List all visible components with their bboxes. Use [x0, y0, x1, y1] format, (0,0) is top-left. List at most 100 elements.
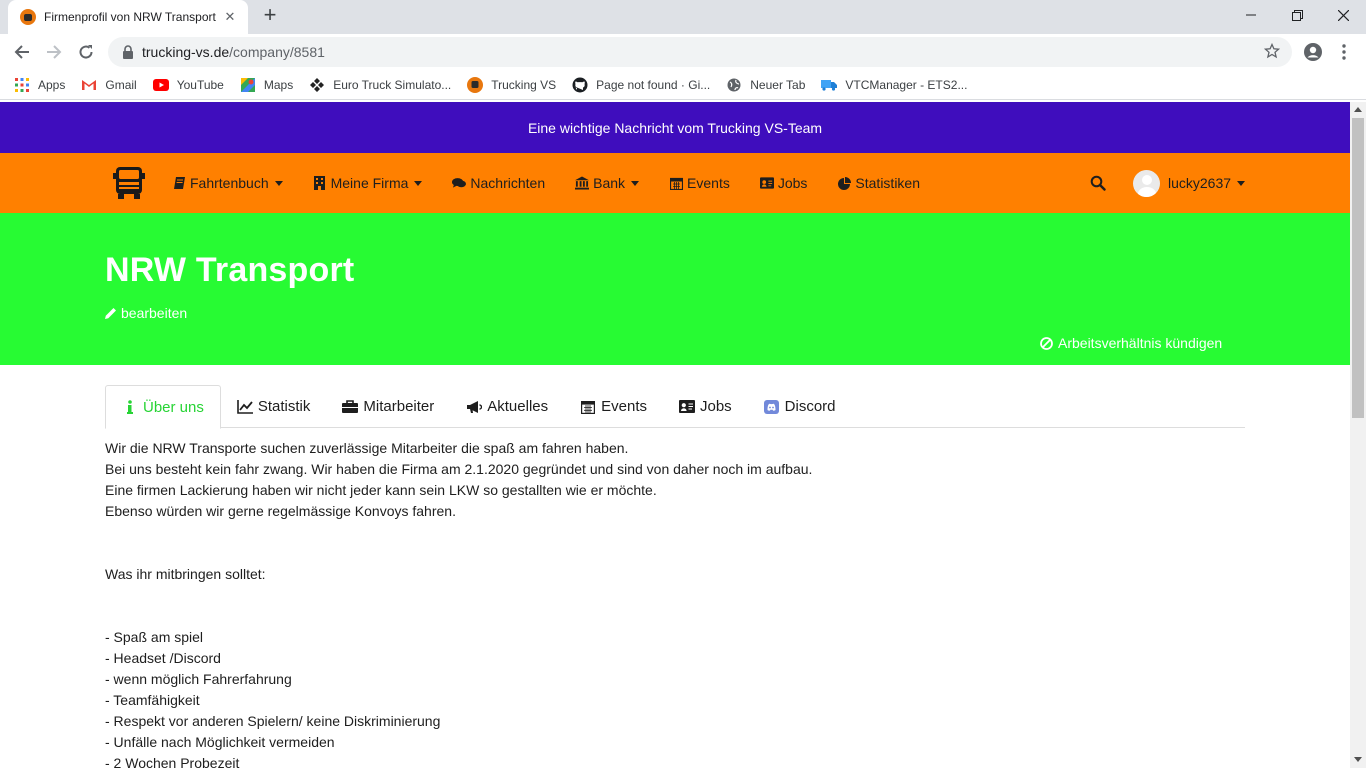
about-paragraph: Wir die NRW Transporte suchen zuverlässi… — [105, 440, 629, 456]
bookmark-label: Trucking VS — [491, 77, 557, 92]
chevron-down-icon — [1237, 180, 1246, 186]
back-button[interactable] — [9, 39, 35, 65]
requirement-item: - wenn möglich Fahrerfahrung — [105, 671, 292, 687]
bookmark-youtube[interactable]: YouTube — [152, 77, 224, 93]
tab-label: Über uns — [143, 398, 204, 416]
bookmark-label: Page not found · Gi... — [596, 77, 711, 92]
bookmark-label: Maps — [263, 77, 294, 92]
tab-aktuelles[interactable]: Aktuelles — [450, 385, 564, 428]
company-tabs: Über uns Statistik Mitarbeiter Aktuelles… — [105, 385, 1245, 429]
pie-chart-icon — [837, 176, 851, 190]
bookmark-star-icon[interactable] — [1263, 42, 1281, 64]
discord-icon — [764, 399, 780, 415]
restore-button[interactable] — [1274, 0, 1320, 30]
browser-toolbar: trucking-vs.de/company/8581 — [0, 34, 1366, 70]
username[interactable]: lucky2637 — [1168, 175, 1231, 191]
requirement-item: - Unfälle nach Möglichkeit vermeiden — [105, 734, 335, 750]
scrollbar-thumb[interactable] — [1352, 118, 1364, 418]
bookmark-apps[interactable]: Apps — [14, 77, 65, 93]
bookmark-euro-truck[interactable]: Euro Truck Simulato... — [309, 77, 451, 93]
requirement-item: - Headset /Discord — [105, 650, 221, 666]
announcement-text[interactable]: Eine wichtige Nachricht vom Trucking VS-… — [528, 120, 822, 136]
nav-nachrichten[interactable]: Nachrichten — [452, 175, 545, 191]
main-nav-items: Fahrtenbuch Meine Firma Nachrichten Bank… — [172, 153, 950, 213]
quit-employment-link[interactable]: Arbeitsverhältnis kündigen — [1040, 335, 1222, 351]
bookmark-label: Euro Truck Simulato... — [333, 77, 452, 92]
bookmark-neuer-tab[interactable]: Neuer Tab — [726, 77, 805, 93]
forward-button[interactable] — [41, 39, 67, 65]
nav-bank[interactable]: Bank — [575, 175, 640, 191]
youtube-icon — [152, 77, 169, 93]
nav-jobs[interactable]: Jobs — [759, 175, 807, 191]
avatar[interactable] — [1133, 169, 1160, 197]
scroll-down-arrow-icon[interactable] — [1354, 757, 1362, 762]
new-tab-button[interactable]: + — [258, 4, 282, 28]
nav-label: Events — [687, 175, 730, 191]
about-paragraph: Eine firmen Lackierung haben wir nicht j… — [105, 482, 657, 498]
bookmark-maps[interactable]: Maps — [240, 77, 293, 93]
nav-label: Bank — [593, 175, 626, 191]
url-text[interactable]: trucking-vs.de/company/8581 — [142, 44, 325, 60]
bookmarks-bar: Apps Gmail YouTube Maps Euro Truck Simul… — [0, 70, 1366, 100]
company-header: NRW Transport bearbeiten Arbeitsverhältn… — [0, 213, 1350, 365]
tab-events[interactable]: Events — [564, 385, 663, 428]
announcement-banner[interactable]: Eine wichtige Nachricht vom Trucking VS-… — [0, 102, 1350, 153]
bookmark-label: Apps — [38, 77, 66, 92]
bookmark-label: VTCManager - ETS2... — [845, 77, 968, 92]
edit-label[interactable]: bearbeiten — [121, 305, 187, 321]
page-scrollbar[interactable] — [1350, 102, 1366, 768]
megaphone-icon — [466, 399, 483, 415]
nav-fahrtenbuch[interactable]: Fahrtenbuch — [172, 175, 283, 191]
nav-statistiken[interactable]: Statistiken — [837, 175, 920, 191]
close-tab-icon[interactable]: ✕ — [222, 9, 238, 25]
scroll-up-arrow-icon[interactable] — [1354, 107, 1362, 112]
apps-grid-icon — [14, 77, 30, 93]
calendar-icon — [580, 399, 596, 415]
edit-company-link[interactable]: bearbeiten — [105, 305, 187, 321]
browser-tab[interactable]: Firmenprofil von NRW Transport ✕ — [8, 0, 248, 34]
requirement-item: - Teamfähigkeit — [105, 692, 200, 708]
site-logo-icon[interactable] — [111, 165, 147, 201]
minimize-button[interactable] — [1228, 0, 1274, 30]
gmail-icon — [81, 77, 97, 93]
bookmark-vtcmanager[interactable]: VTCManager - ETS2... — [821, 77, 967, 93]
browser-menu-icon[interactable] — [1334, 39, 1354, 65]
search-icon[interactable] — [1090, 175, 1106, 191]
tab-statistik[interactable]: Statistik — [221, 385, 327, 428]
bookmark-trucking-vs[interactable]: Trucking VS — [467, 76, 557, 93]
bookmark-label: Gmail — [105, 77, 137, 92]
browser-tabstrip: Firmenprofil von NRW Transport ✕ + — [0, 0, 1366, 34]
chevron-down-icon — [631, 180, 640, 186]
ets-icon — [309, 77, 325, 93]
ban-icon — [1040, 336, 1053, 350]
browser-profile-icon[interactable] — [1300, 39, 1326, 65]
close-window-button[interactable] — [1320, 0, 1366, 30]
tab-label: Aktuelles — [487, 398, 549, 415]
nav-events[interactable]: Events — [669, 175, 730, 191]
bookmark-github[interactable]: Page not found · Gi... — [572, 77, 710, 93]
info-icon — [122, 399, 138, 415]
lock-icon[interactable] — [122, 45, 134, 59]
maps-icon — [240, 77, 256, 93]
id-card-icon — [759, 176, 774, 190]
trucking-vs-icon — [467, 76, 484, 93]
about-paragraph: Ebenso würden wir gerne regelmässige Kon… — [105, 503, 456, 519]
nav-meine-firma[interactable]: Meine Firma — [313, 175, 423, 191]
chevron-down-icon — [274, 180, 283, 186]
tab-jobs[interactable]: Jobs — [663, 385, 748, 428]
main-navbar: Fahrtenbuch Meine Firma Nachrichten Bank… — [0, 153, 1350, 213]
requirement-item: - 2 Wochen Probezeit — [105, 755, 240, 768]
reload-button[interactable] — [73, 39, 99, 65]
nav-label: Nachrichten — [470, 175, 546, 191]
tab-discord[interactable]: Discord — [748, 385, 852, 428]
pencil-icon — [105, 307, 117, 319]
quit-label[interactable]: Arbeitsverhältnis kündigen — [1058, 335, 1222, 351]
address-bar[interactable]: trucking-vs.de/company/8581 — [108, 37, 1292, 67]
comments-icon — [452, 176, 467, 190]
user-menu[interactable]: lucky2637 — [1133, 169, 1246, 197]
tab-ueber-uns[interactable]: Über uns — [105, 385, 221, 429]
requirement-item: - Spaß am spiel — [105, 629, 204, 645]
github-icon — [572, 77, 588, 93]
tab-mitarbeiter[interactable]: Mitarbeiter — [326, 385, 450, 428]
bookmark-gmail[interactable]: Gmail — [81, 77, 137, 93]
